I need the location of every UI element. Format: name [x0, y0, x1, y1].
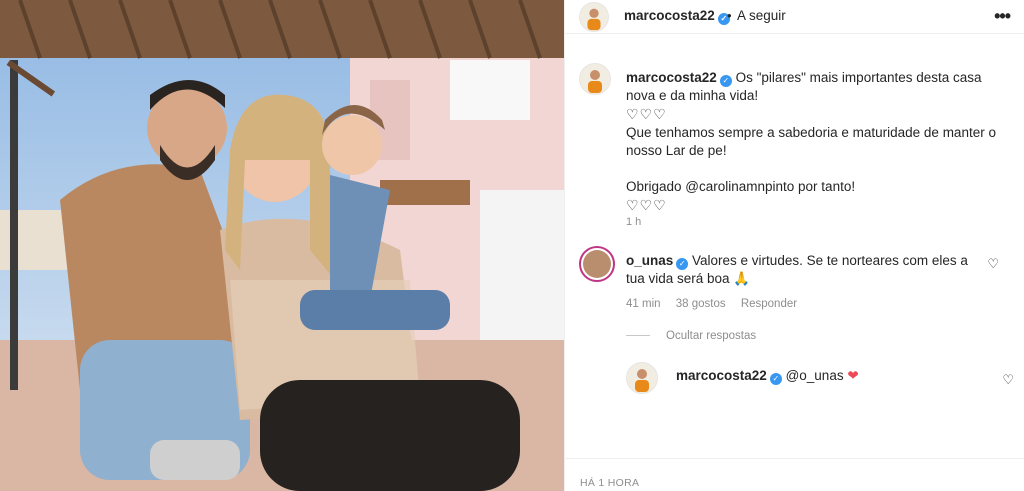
comment-like-heart-icon[interactable]: ♡	[987, 256, 999, 272]
caption-line-3: Obrigado @carolinamnpinto por tanto!	[626, 179, 856, 194]
hearts-emoji: ♡♡♡	[626, 197, 667, 213]
post-timestamp[interactable]: HÁ 1 HORA	[580, 477, 639, 489]
reply-username[interactable]: marcocosta22	[676, 368, 767, 383]
comment-meta: 41 min 38 gostos Responder	[626, 298, 809, 310]
verified-badge-icon: ✓	[676, 258, 689, 270]
avatar-picture	[580, 3, 608, 31]
reply-avatar[interactable]	[626, 362, 658, 394]
hearts-emoji: ♡♡♡	[626, 106, 667, 122]
avatar-picture	[627, 363, 657, 393]
verified-badge-icon: ✓	[719, 75, 732, 87]
footer-divider	[565, 458, 1024, 459]
comment-time[interactable]: 41 min	[626, 298, 661, 310]
author-username[interactable]: marcocosta22 ✓	[624, 8, 730, 25]
hide-replies-toggle[interactable]: Ocultar respostas	[626, 330, 756, 342]
post-detail-panel: marcocosta22 ✓ • A seguir ••• marcocosta2…	[564, 0, 1024, 491]
caption-text: marcocosta22 ✓ Os "pilares" mais importan…	[626, 69, 1006, 215]
comment-text: o_unas ✓ Valores e virtudes. Se te nortea…	[626, 252, 986, 288]
commenter-avatar[interactable]	[579, 246, 615, 282]
caption-username[interactable]: marcocosta22	[626, 70, 717, 85]
family-photo-illustration	[0, 0, 564, 491]
red-heart-icon: ❤	[847, 368, 859, 383]
post-header: marcocosta22 ✓ • A seguir •••	[565, 0, 1024, 34]
more-options-icon[interactable]: •••	[994, 6, 1011, 27]
reply-text: marcocosta22 ✓ @o_unas ❤	[676, 368, 859, 385]
reply-like-heart-icon[interactable]: ♡	[1002, 372, 1014, 388]
commenter-username[interactable]: o_unas	[626, 253, 673, 268]
comment-body: Valores e virtudes. Se te norteares com …	[626, 253, 968, 286]
author-avatar[interactable]	[579, 2, 609, 32]
caption-line-2: Que tenhamos sempre a sabedoria e maturi…	[626, 125, 996, 158]
comment-likes[interactable]: 38 gostos	[676, 298, 726, 310]
reply-mention[interactable]: @o_unas	[786, 368, 844, 383]
avatar-picture	[580, 64, 610, 94]
separator-dot: •	[727, 8, 732, 23]
verified-badge-icon: ✓	[769, 373, 782, 385]
following-button[interactable]: A seguir	[737, 8, 786, 23]
caption-avatar[interactable]	[579, 63, 611, 95]
reply-button[interactable]: Responder	[741, 298, 797, 310]
post-photo[interactable]	[0, 0, 564, 491]
caption-timestamp[interactable]: 1 h	[626, 216, 641, 228]
